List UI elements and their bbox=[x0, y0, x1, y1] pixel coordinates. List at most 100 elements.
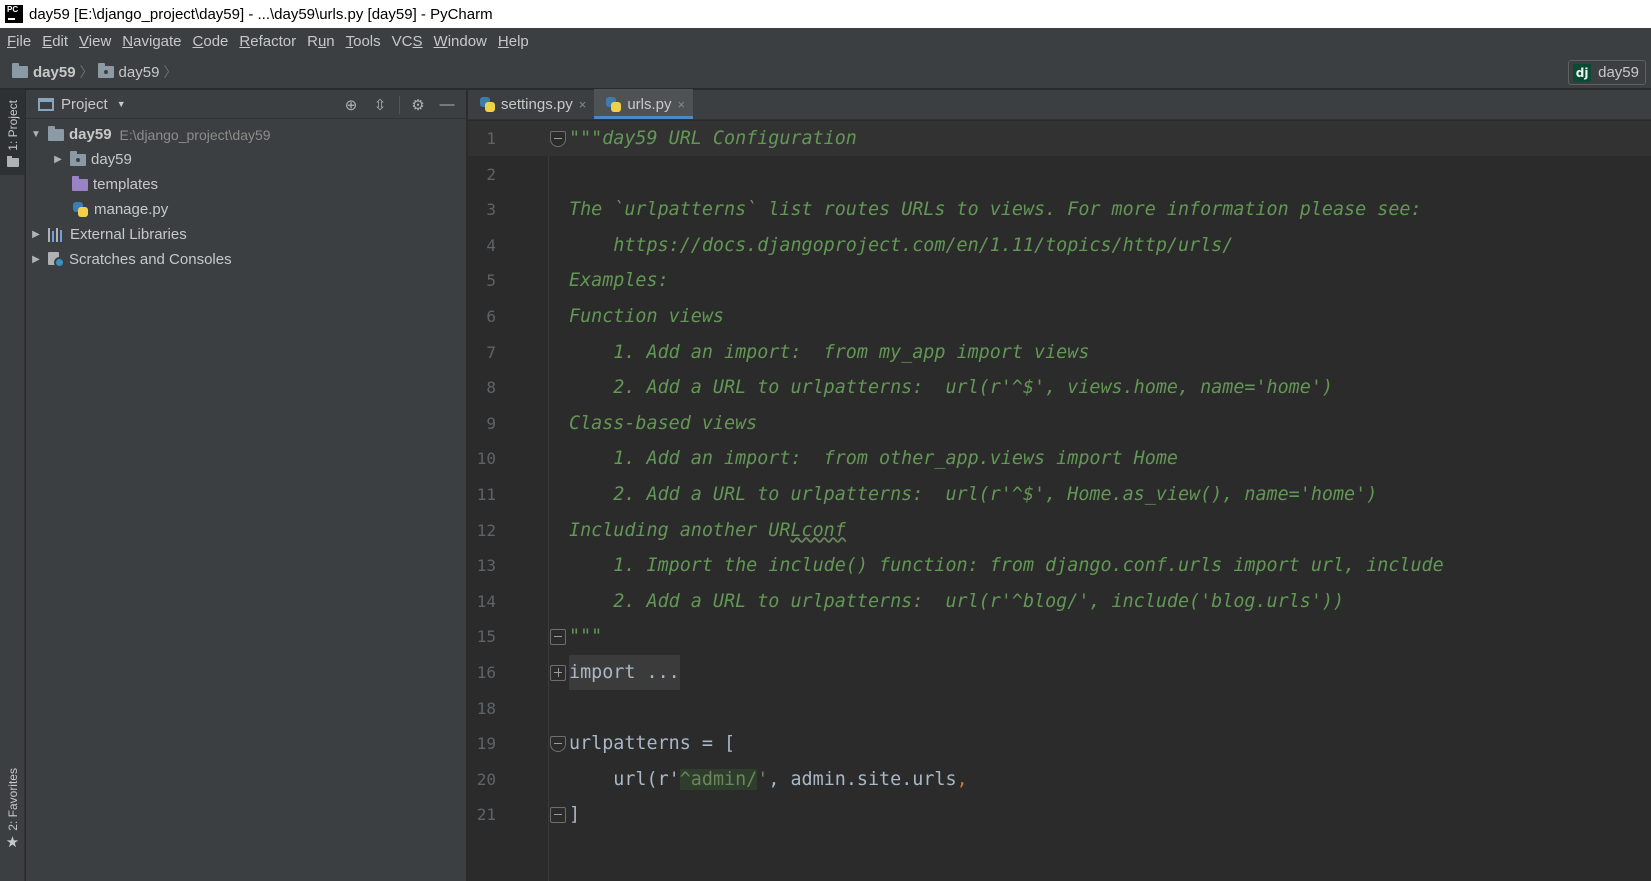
python-file-icon bbox=[72, 201, 89, 218]
code-line[interactable]: 12 Including another URLconf bbox=[468, 513, 1651, 548]
code-line[interactable]: 18 bbox=[468, 691, 1651, 726]
collapse-all-icon[interactable]: ⇳ bbox=[369, 94, 391, 116]
breadcrumb-item-root[interactable]: day59 bbox=[33, 64, 76, 81]
menu-item[interactable]: Window bbox=[429, 28, 492, 56]
line-number: 11 bbox=[476, 485, 496, 504]
tab-settings-py[interactable]: settings.py × bbox=[468, 89, 594, 119]
locate-file-icon[interactable]: ⊕ bbox=[340, 94, 362, 116]
code-line[interactable]: 11 2. Add a URL to urlpatterns: url(r'^$… bbox=[468, 477, 1651, 512]
code-line[interactable]: 2 bbox=[468, 157, 1651, 192]
tree-item-templates[interactable]: templates bbox=[26, 172, 466, 197]
code-line[interactable]: 16 import ... bbox=[468, 655, 1651, 690]
project-tree: ▼ day59 E:\django_project\day59 ▶ day59 … bbox=[26, 119, 466, 272]
code-line[interactable]: 14 2. Add a URL to urlpatterns: url(r'^b… bbox=[468, 584, 1651, 619]
folder-icon bbox=[48, 125, 64, 141]
close-icon[interactable]: × bbox=[678, 97, 686, 112]
menu-item[interactable]: Help bbox=[493, 28, 534, 56]
code-line[interactable]: 6 Function views bbox=[468, 299, 1651, 334]
code-text: 1. Add an import: from other_app.views i… bbox=[569, 448, 1178, 470]
code-text: ] bbox=[569, 804, 581, 826]
folder-icon bbox=[6, 155, 19, 167]
tree-item-label: day59 bbox=[69, 126, 112, 143]
tab-label: settings.py bbox=[501, 95, 573, 113]
tab-label: urls.py bbox=[627, 95, 672, 113]
code-line[interactable]: 20 url(r'^admin/', admin.site.urls, bbox=[468, 762, 1651, 797]
line-number: 2 bbox=[486, 164, 496, 184]
project-view-selector[interactable]: Project bbox=[61, 96, 108, 113]
tool-tab-project[interactable]: 1: Project bbox=[0, 90, 25, 175]
menu-item[interactable]: VCS bbox=[387, 28, 428, 56]
menu-item[interactable]: Navigate bbox=[117, 28, 186, 56]
code-text: 2. Add a URL to urlpatterns: url(r'^blog… bbox=[569, 590, 1345, 612]
collapsed-arrow-icon[interactable]: ▶ bbox=[52, 154, 64, 165]
expanded-arrow-icon[interactable]: ▼ bbox=[30, 129, 42, 140]
code-line[interactable]: 1 """day59 URL Configuration bbox=[468, 121, 1651, 156]
tree-item-label: Scratches and Consoles bbox=[69, 251, 232, 268]
hide-panel-icon[interactable]: — bbox=[436, 94, 458, 116]
package-folder-icon bbox=[97, 63, 114, 78]
collapse-fold-icon[interactable] bbox=[550, 736, 566, 753]
tree-item-scratches[interactable]: ▶ Scratches and Consoles bbox=[26, 247, 466, 272]
tree-item-label: day59 bbox=[91, 151, 132, 168]
code-text: The `urlpatterns` list routes URLs to vi… bbox=[569, 199, 1422, 221]
line-number: 21 bbox=[476, 805, 496, 825]
django-icon: dj bbox=[1573, 63, 1592, 82]
code-text: urlpatterns = [ bbox=[569, 733, 736, 755]
code-line[interactable]: 3 The `urlpatterns` list routes URLs to v… bbox=[468, 192, 1651, 227]
line-number: 12 bbox=[476, 520, 496, 540]
project-window-icon bbox=[38, 97, 54, 111]
code-text: Examples: bbox=[569, 270, 669, 292]
code-line[interactable]: 8 2. Add a URL to urlpatterns: url(r'^$'… bbox=[468, 370, 1651, 405]
line-number: 6 bbox=[486, 307, 496, 326]
tree-item-external-libraries[interactable]: ▶ External Libraries bbox=[26, 222, 466, 247]
code-text: """ bbox=[569, 626, 603, 648]
folder-icon bbox=[12, 63, 28, 78]
expand-fold-icon[interactable] bbox=[550, 665, 566, 681]
collapsed-arrow-icon[interactable]: ▶ bbox=[30, 229, 42, 240]
gear-icon[interactable]: ⚙ bbox=[407, 94, 429, 116]
tree-item-package[interactable]: ▶ day59 bbox=[26, 147, 466, 172]
menu-item[interactable]: Code bbox=[188, 28, 234, 56]
line-number: 16 bbox=[476, 663, 496, 682]
code-line[interactable]: 9 Class-based views bbox=[468, 406, 1651, 441]
close-icon[interactable]: × bbox=[579, 97, 587, 112]
line-number: 9 bbox=[486, 413, 496, 433]
tree-item-root[interactable]: ▼ day59 E:\django_project\day59 bbox=[26, 122, 466, 147]
code-line[interactable]: 21] bbox=[468, 797, 1651, 832]
collapsed-arrow-icon[interactable]: ▶ bbox=[30, 254, 42, 265]
run-configuration-selector[interactable]: dj day59 bbox=[1568, 60, 1646, 85]
menu-item[interactable]: Run bbox=[302, 28, 340, 56]
pycharm-logo-icon: PC bbox=[5, 5, 23, 23]
tree-item-label: manage.py bbox=[94, 201, 169, 218]
navigation-bar: day59 〉 day59 〉 dj day59 bbox=[0, 56, 1651, 89]
menu-item[interactable]: Tools bbox=[341, 28, 386, 56]
code-line[interactable]: 13 1. Import the include() function: fro… bbox=[468, 548, 1651, 583]
tree-item-path: E:\django_project\day59 bbox=[119, 126, 271, 143]
code-line[interactable]: 15 """ bbox=[468, 619, 1651, 654]
collapse-fold-icon[interactable] bbox=[550, 131, 566, 147]
tab-urls-py[interactable]: urls.py × bbox=[594, 89, 694, 119]
chevron-down-icon[interactable]: ▼ bbox=[117, 99, 126, 109]
code-line[interactable]: 5 Examples: bbox=[468, 263, 1651, 298]
tool-tab-favorites[interactable]: 2: Favorites ★ bbox=[0, 768, 25, 849]
breadcrumb-item-package[interactable]: day59 bbox=[119, 64, 160, 81]
collapse-fold-icon[interactable] bbox=[550, 807, 566, 824]
tree-item-label: templates bbox=[93, 176, 159, 193]
chevron-right-icon: 〉 bbox=[163, 64, 178, 80]
code-text: Including another URLconf bbox=[569, 519, 846, 541]
menu-item[interactable]: File bbox=[2, 28, 36, 56]
code-line[interactable]: 19 urlpatterns = [ bbox=[468, 726, 1651, 761]
code-line[interactable]: 10 1. Add an import: from other_app.view… bbox=[468, 441, 1651, 476]
code-line[interactable]: 7 1. Add an import: from my_app import v… bbox=[468, 335, 1651, 370]
tree-item-manage-py[interactable]: manage.py bbox=[26, 197, 466, 222]
project-panel-toolbar: ⊕ ⇳ ⚙ — bbox=[333, 90, 458, 119]
menu-item[interactable]: View bbox=[74, 28, 116, 56]
collapse-fold-icon[interactable] bbox=[550, 629, 566, 646]
code-text: url(r'^admin/', admin.site.urls, bbox=[569, 768, 968, 790]
code-line[interactable]: 4 https://docs.djangoproject.com/en/1.11… bbox=[468, 228, 1651, 263]
line-number: 8 bbox=[486, 378, 496, 398]
line-number: 14 bbox=[476, 591, 496, 611]
menu-item[interactable]: Edit bbox=[37, 28, 73, 56]
line-number: 19 bbox=[476, 734, 496, 754]
menu-item[interactable]: Refactor bbox=[234, 28, 301, 56]
